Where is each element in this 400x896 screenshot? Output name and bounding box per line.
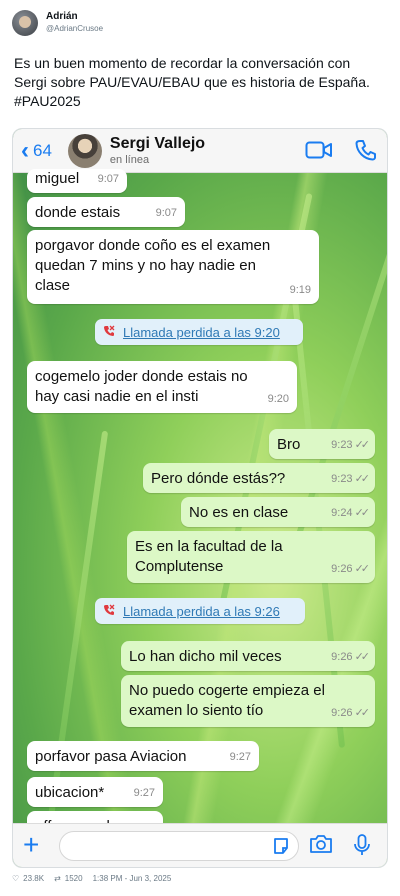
missed-call-notice[interactable]: Llamada perdida a las 9:20 [95, 319, 303, 345]
message-incoming[interactable]: cogemelo joder donde estais no hay casi … [27, 361, 297, 413]
missed-call-notice[interactable]: Llamada perdida a las 9:26 [95, 598, 305, 624]
message-outgoing[interactable]: Lo han dicho mil veces 9:26 ✓✓ [121, 641, 375, 671]
message-incoming[interactable]: porgavor donde coño es el examen quedan … [27, 230, 319, 304]
contact-name: Sergi Vallejo [109, 134, 206, 152]
read-ticks-icon: ✓✓ [354, 707, 371, 719]
message-time: 9:23 ✓✓ [331, 435, 371, 455]
microphone-icon[interactable] [353, 833, 371, 857]
author-name[interactable]: Adrián [46, 11, 103, 23]
tweet-text: Es un buen momento de recordar la conver… [14, 54, 390, 111]
message-text: quedan 7 mins y no hay nadie en [35, 257, 256, 274]
message-outgoing[interactable]: No es en clase 9:24 ✓✓ [181, 497, 375, 527]
message-text: donde estais [35, 204, 121, 221]
message-incoming[interactable]: ubicacion* 9:27 [27, 777, 163, 807]
read-ticks-icon: ✓✓ [354, 473, 371, 485]
whatsapp-screenshot: ‹ 64 Sergi Vallejo en línea miguel 9:07 … [12, 128, 388, 868]
read-ticks-icon: ✓✓ [354, 439, 371, 451]
avatar[interactable] [12, 10, 38, 36]
message-text: porgavor donde coño es el examen [35, 237, 271, 254]
read-ticks-icon: ✓✓ [354, 563, 371, 575]
read-ticks-icon: ✓✓ [354, 507, 371, 519]
message-time: 9:24 ✓✓ [331, 503, 371, 523]
contact-avatar[interactable] [67, 133, 102, 168]
message-text: cogemelo joder donde estais no [35, 368, 248, 385]
message-time: 9:07 [97, 173, 119, 185]
contact-status: en línea [109, 153, 150, 166]
message-outgoing[interactable]: Es en la facultad de la Complutense 9:26… [127, 531, 375, 583]
message-incoming[interactable]: miguel 9:07 [27, 169, 127, 193]
message-outgoing[interactable]: Bro 9:23 ✓✓ [269, 429, 375, 459]
retweet-icon[interactable]: ⇄ [54, 874, 61, 883]
retweet-count: 1520 [64, 874, 83, 883]
message-input[interactable] [59, 831, 299, 861]
message-time: 9:26 ✓✓ [331, 647, 371, 667]
message-incoming[interactable]: porfavor pasa Aviacion 9:27 [27, 741, 259, 771]
missed-call-label: Llamada perdida a las 9:20 [123, 324, 280, 340]
phone-icon[interactable] [355, 139, 377, 161]
message-text: porfavor pasa Aviacion [35, 748, 187, 765]
tweet-header: Adrián @AdrianCrusoe [12, 10, 103, 36]
message-time: 9:20 [267, 393, 289, 405]
contact-info[interactable]: Sergi Vallejo en línea [110, 135, 205, 167]
read-ticks-icon: ✓✓ [354, 651, 371, 663]
message-time: 9:19 [289, 284, 311, 296]
message-time: 9:07 [155, 207, 177, 219]
unread-count: 64 [33, 140, 52, 160]
tweet-text-line: Es un buen momento de recordar la conver… [14, 55, 351, 71]
chat-input-bar: + [13, 823, 387, 867]
message-text: No puedo cogerte empieza el [129, 682, 325, 699]
message-time: 9:23 ✓✓ [331, 469, 371, 489]
message-time: 9:27 [133, 787, 155, 799]
tweet-footer: ♡ 23.8K ⇄ 1520 1:38 PM - Jun 3, 2025 [12, 874, 171, 883]
sticker-icon[interactable] [272, 837, 290, 860]
author-names: Adrián @AdrianCrusoe [46, 11, 103, 35]
message-text: No es en clase [189, 504, 289, 521]
plus-icon[interactable]: + [23, 830, 39, 860]
message-outgoing[interactable]: Pero dónde estás?? 9:23 ✓✓ [143, 463, 375, 493]
camera-icon[interactable] [309, 833, 333, 855]
heart-icon[interactable]: ♡ [12, 874, 19, 883]
message-text: miguel [35, 170, 80, 187]
message-text: Bro [277, 436, 301, 453]
tweet-text-line: Sergi sobre PAU/EVAU/EBAU que es histori… [14, 74, 370, 90]
missed-call-icon [103, 604, 115, 619]
message-time: 9:26 ✓✓ [331, 703, 371, 723]
chat-header: ‹ 64 Sergi Vallejo en línea [13, 129, 387, 173]
message-text: clase [35, 277, 71, 294]
message-time: 9:27 [229, 751, 251, 763]
message-incoming[interactable]: donde estais 9:07 [27, 197, 185, 227]
message-text: ubicacion* [35, 784, 105, 801]
missed-call-label: Llamada perdida a las 9:26 [123, 603, 280, 619]
back-button[interactable]: ‹ 64 [21, 136, 52, 164]
chevron-left-icon: ‹ [21, 136, 29, 164]
hashtag-link[interactable]: #PAU2025 [14, 92, 390, 111]
video-call-icon[interactable] [305, 139, 333, 161]
message-time: 9:26 ✓✓ [331, 559, 371, 579]
message-text: Pero dónde estás?? [151, 470, 286, 487]
message-text: hay casi nadie en el insti [35, 388, 199, 405]
message-outgoing[interactable]: No puedo cogerte empieza el examen lo si… [121, 675, 375, 727]
message-text: Es en la facultad de la [135, 538, 283, 555]
tweet-timestamp[interactable]: 1:38 PM - Jun 3, 2025 [93, 874, 172, 883]
author-handle[interactable]: @AdrianCrusoe [46, 23, 103, 35]
missed-call-icon [103, 325, 115, 340]
message-text: Lo han dicho mil veces [129, 648, 282, 665]
like-count: 23.8K [23, 874, 45, 883]
